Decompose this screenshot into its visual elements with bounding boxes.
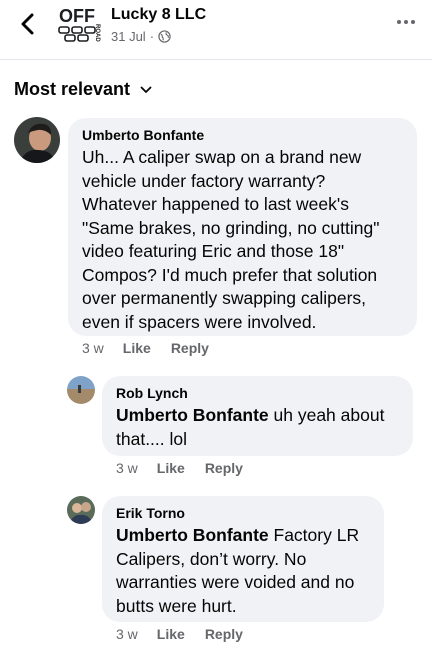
reply-button[interactable]: Reply — [171, 340, 209, 356]
globe-icon — [158, 30, 171, 43]
meta-separator: · — [149, 29, 155, 44]
like-button[interactable]: Like — [157, 460, 185, 476]
chevron-down-icon — [140, 86, 152, 93]
off-road-logo-icon: OFF ROAD — [58, 6, 100, 42]
sort-label: Most relevant — [14, 79, 131, 99]
back-button[interactable] — [14, 10, 42, 38]
avatar[interactable] — [14, 117, 60, 163]
more-dots-icon — [397, 20, 401, 24]
comment-author[interactable]: Umberto Bonfante — [82, 127, 403, 143]
more-options-button[interactable] — [394, 12, 418, 32]
comment-actions: 3 w Like Reply — [82, 340, 229, 356]
comment-actions: 3 w Like Reply — [116, 460, 263, 476]
avatar[interactable] — [67, 496, 95, 524]
reply-bubble[interactable]: Erik Torno Umberto Bonfante Factory LR C… — [102, 496, 384, 622]
comment-author[interactable]: Erik Torno — [116, 505, 370, 521]
chevron-left-icon — [21, 13, 34, 35]
post-header: OFF ROAD Lucky 8 LLC 31 Jul · — [0, 0, 432, 60]
mention-link[interactable]: Umberto Bonfante — [116, 405, 269, 425]
comment-sort-selector[interactable]: Most relevant — [14, 79, 152, 100]
comment-text: Umberto Bonfante Factory LR Calipers, do… — [116, 524, 370, 618]
comment-text: Uh... A caliper swap on a brand new vehi… — [82, 147, 380, 332]
comment-bubble[interactable]: Umberto Bonfante Uh... A caliper swap on… — [68, 118, 417, 336]
comment-age[interactable]: 3 w — [82, 340, 104, 356]
page-logo[interactable]: OFF ROAD — [56, 4, 102, 46]
logo-text: OFF — [59, 6, 95, 26]
avatar[interactable] — [67, 376, 95, 404]
reply-button[interactable]: Reply — [205, 460, 243, 476]
like-button[interactable]: Like — [123, 340, 151, 356]
comment-age[interactable]: 3 w — [116, 460, 138, 476]
reply-bubble[interactable]: Rob Lynch Umberto Bonfante uh yeah about… — [102, 376, 413, 456]
page-name[interactable]: Lucky 8 LLC — [111, 6, 206, 24]
comment-actions: 3 w Like Reply — [116, 626, 263, 642]
comment-text: Umberto Bonfante uh yeah about that.... … — [116, 404, 399, 451]
comment-author[interactable]: Rob Lynch — [116, 385, 399, 401]
like-button[interactable]: Like — [157, 626, 185, 642]
post-date[interactable]: 31 Jul — [111, 29, 146, 44]
comment-age[interactable]: 3 w — [116, 626, 138, 642]
mention-link[interactable]: Umberto Bonfante — [116, 525, 269, 545]
post-meta: 31 Jul · — [111, 29, 171, 44]
reply-button[interactable]: Reply — [205, 626, 243, 642]
